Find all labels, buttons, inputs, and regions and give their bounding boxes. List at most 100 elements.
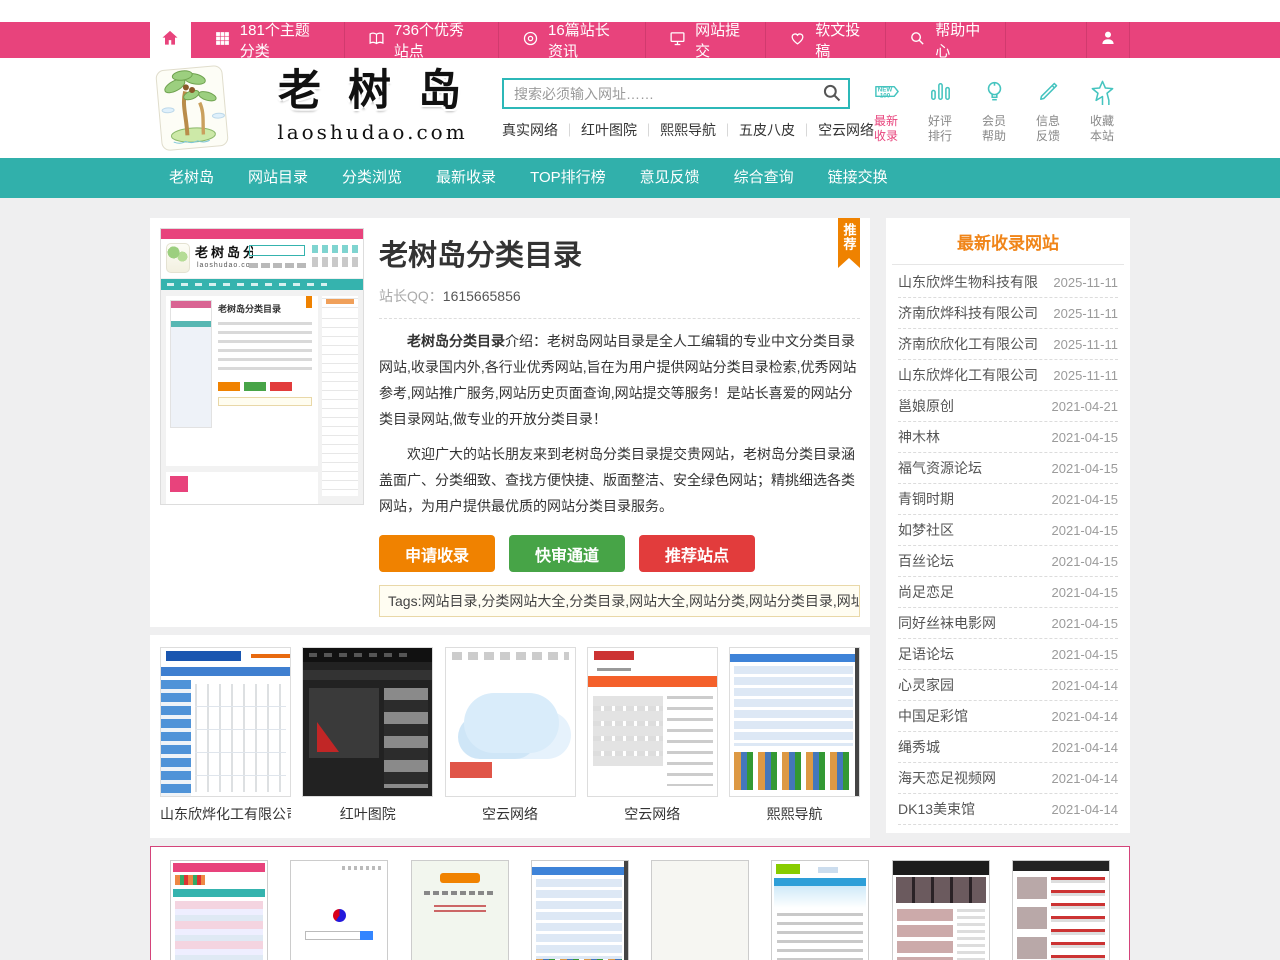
shortcut-member-help[interactable]: 会员 帮助 (972, 78, 1016, 144)
search-box (502, 78, 850, 109)
site-name[interactable]: 山东欣烨化工有限公司 (160, 804, 291, 824)
home-tab[interactable] (150, 22, 191, 58)
nav-item[interactable]: 老树岛 (152, 158, 231, 198)
site-name[interactable]: 济南欣欣化工有限公司 (898, 334, 1038, 354)
sidebar-site-row[interactable]: 海天恋足视频网 2021-04-14 (898, 763, 1118, 794)
nav-item[interactable]: 综合查询 (717, 158, 811, 198)
top-bar: 181个主题分类 736个优秀站点 16篇站长资讯 网站提交 软文投稿 (0, 22, 1280, 58)
sidebar-site-row[interactable]: 邕娘原创 2021-04-21 (898, 391, 1118, 422)
bottom-site-card[interactable]: 米特哥说 米特哥说 (1005, 860, 1117, 960)
site-name[interactable]: 济南欣烨科技有限公司 (898, 303, 1038, 323)
bottom-site-card[interactable]: 熙熙导航 熙熙导航 (524, 860, 636, 960)
sidebar-site-row[interactable]: 福气资源论坛 2021-04-15 (898, 453, 1118, 484)
site-name[interactable]: 空云网络 (587, 804, 718, 824)
quick-link[interactable]: 熙熙导航 (637, 122, 716, 138)
recommend-site-button[interactable]: 推荐站点 (639, 535, 755, 572)
quick-link[interactable]: 空云网络 (795, 122, 874, 138)
nav-item[interactable]: 意见反馈 (623, 158, 717, 198)
sidebar-site-row[interactable]: 尚足恋足 2021-04-15 (898, 577, 1118, 608)
sidebar-site-row[interactable]: 绳秀城 2021-04-14 (898, 732, 1118, 763)
site-name[interactable]: 青铜时期 (898, 489, 954, 509)
sidebar-site-row[interactable]: 山东欣烨化工有限公司 2025-11-11 (898, 360, 1118, 391)
sidebar-site-row[interactable]: 神木林 2021-04-15 (898, 422, 1118, 453)
topbar-item-article[interactable]: 软文投稿 (766, 22, 886, 58)
sidebar-site-row[interactable]: 百丝论坛 2021-04-15 (898, 546, 1118, 577)
apply-inclusion-button[interactable]: 申请收录 (379, 535, 495, 572)
bottom-site-card[interactable]: 360搜索 360搜索 (644, 860, 756, 960)
quick-link[interactable]: 红叶图院 (558, 122, 637, 138)
site-name[interactable]: 空云网络 (445, 804, 576, 824)
inclusion-date: 2025-11-11 (1053, 275, 1118, 290)
topbar-item-sites[interactable]: 736个优秀站点 (345, 22, 499, 58)
site-name[interactable]: 山东欣烨化工有限公司 (898, 365, 1038, 385)
tags-box: Tags:网站目录,分类网站大全,分类目录,网站大全,网站分类,网站分类目录,网… (379, 585, 860, 617)
site-name[interactable]: 如梦社区 (898, 520, 954, 540)
nav-item[interactable]: 最新收录 (419, 158, 513, 198)
site-thumbnail (302, 647, 433, 797)
inclusion-date: 2021-04-15 (1052, 430, 1119, 445)
site-name[interactable]: 足语论坛 (898, 644, 954, 664)
featured-site-card[interactable]: 山东欣烨化工有限公司 (160, 647, 291, 824)
sidebar-site-row[interactable]: 如梦社区 2021-04-15 (898, 515, 1118, 546)
quick-link[interactable]: 真实网络 (502, 122, 558, 138)
bottom-site-card[interactable]: 搜狗搜索 搜狗搜索 (404, 860, 516, 960)
mini-logo-title: 老树岛分类目录 (195, 242, 253, 261)
nav-item[interactable]: 网站目录 (231, 158, 325, 198)
site-name[interactable]: 海天恋足视频网 (898, 768, 996, 788)
site-name[interactable]: 中国足彩馆 (898, 706, 968, 726)
nav-item[interactable]: TOP排行榜 (513, 158, 623, 198)
shortcut-top-rated[interactable]: 好评 排行 (918, 78, 962, 144)
bottom-site-card[interactable]: 百度一下，你就知道 百度一下，你就 (283, 860, 395, 960)
shortcut-bookmark[interactable]: 收藏 本站 (1080, 78, 1124, 144)
shortcut-label: 反馈 (1026, 129, 1070, 144)
site-name[interactable]: 绳秀城 (898, 737, 940, 757)
site-name[interactable]: 熙熙导航 (729, 804, 860, 824)
topbar-item-categories[interactable]: 181个主题分类 (191, 22, 345, 58)
bottom-site-card[interactable]: 老树岛 老树岛 (163, 860, 275, 960)
featured-site-card[interactable]: 空云网络 (587, 647, 718, 824)
nav-item[interactable]: 链接交换 (811, 158, 905, 198)
bottom-site-card[interactable]: b2b网航 b2b网航 (764, 860, 876, 960)
site-name[interactable]: 红叶图院 (302, 804, 433, 824)
site-name[interactable]: 心灵家园 (898, 675, 954, 695)
bottom-site-card[interactable]: 春宵社 春宵社 (885, 860, 997, 960)
site-name[interactable]: 同好丝袜电影网 (898, 613, 996, 633)
inclusion-date: 2021-04-21 (1052, 399, 1119, 414)
featured-site-card[interactable]: 熙熙导航 (729, 647, 860, 824)
sidebar-site-row[interactable]: 青铜时期 2021-04-15 (898, 484, 1118, 515)
logo-text-block[interactable]: 老 树 岛 laoshudao.com (250, 62, 495, 144)
sidebar-site-row[interactable]: 山东欣烨生物科技有限 2025-11-11 (898, 267, 1118, 298)
sidebar-site-row[interactable]: 足语论坛 2021-04-15 (898, 639, 1118, 670)
site-name[interactable]: 福气资源论坛 (898, 458, 982, 478)
shortcut-latest-included[interactable]: NEW 100 最新 收录 (864, 78, 908, 144)
user-account-button[interactable] (1087, 22, 1130, 58)
shortcut-feedback[interactable]: 信息 反馈 (1026, 78, 1070, 144)
inclusion-date: 2021-04-15 (1052, 523, 1119, 538)
topbar-item-submit[interactable]: 网站提交 (646, 22, 766, 58)
fast-review-button[interactable]: 快审通道 (509, 535, 625, 572)
search-input[interactable] (504, 80, 848, 107)
topbar-item-news[interactable]: 16篇站长资讯 (499, 22, 646, 58)
site-name[interactable]: 神木林 (898, 427, 940, 447)
palm-island-logo[interactable] (154, 63, 232, 153)
quick-link[interactable]: 五皮八皮 (716, 122, 795, 138)
featured-site-card[interactable]: 空云网络 (445, 647, 576, 824)
qq-label: 站长QQ： (379, 288, 443, 304)
site-name[interactable]: 山东欣烨生物科技有限 (898, 272, 1038, 292)
site-preview-thumbnail[interactable]: 老树岛分类目录 laoshudao.com 老树岛分类目录 (160, 228, 364, 505)
topbar-item-help[interactable]: 帮助中心 (886, 22, 1006, 58)
sidebar-site-row[interactable]: 济南欣欣化工有限公司 2025-11-11 (898, 329, 1118, 360)
search-submit-button[interactable] (820, 83, 844, 105)
sidebar-site-row[interactable]: 同好丝袜电影网 2021-04-15 (898, 608, 1118, 639)
inclusion-date: 2025-11-11 (1053, 337, 1118, 352)
nav-item[interactable]: 分类浏览 (325, 158, 419, 198)
site-name[interactable]: 百丝论坛 (898, 551, 954, 571)
site-name[interactable]: 尚足恋足 (898, 582, 954, 602)
site-name[interactable]: 邕娘原创 (898, 396, 954, 416)
sidebar-site-row[interactable]: 心灵家园 2021-04-14 (898, 670, 1118, 701)
sidebar-site-row[interactable]: DK13美束馆 2021-04-14 (898, 794, 1118, 825)
site-name[interactable]: DK13美束馆 (898, 799, 975, 819)
sidebar-site-row[interactable]: 中国足彩馆 2021-04-14 (898, 701, 1118, 732)
sidebar-site-row[interactable]: 济南欣烨科技有限公司 2025-11-11 (898, 298, 1118, 329)
featured-site-card[interactable]: 红叶图院 (302, 647, 433, 824)
